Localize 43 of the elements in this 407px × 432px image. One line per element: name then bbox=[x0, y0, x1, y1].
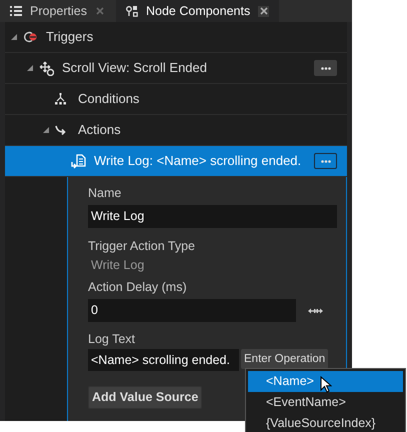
tree-item[interactable]: Scroll View: Scroll Ended bbox=[5, 53, 347, 84]
tab[interactable]: Node Components bbox=[116, 0, 280, 22]
enter-operation-button[interactable]: Enter Operation bbox=[241, 349, 328, 369]
field-value: Write Log bbox=[90, 257, 146, 274]
more-icon bbox=[320, 66, 330, 70]
expand-triangle-icon[interactable] bbox=[43, 127, 49, 133]
tree-item-label: Scroll View: Scroll Ended bbox=[62, 59, 207, 78]
field-label: Log Text bbox=[88, 331, 136, 348]
document-icon bbox=[71, 154, 86, 168]
drag-arrows-icon[interactable] bbox=[308, 308, 323, 314]
number-field[interactable]: 0 bbox=[88, 299, 296, 322]
input-field[interactable]: Write Log bbox=[88, 205, 337, 228]
field-label: Name bbox=[88, 185, 122, 202]
move-arrows-icon bbox=[39, 60, 54, 76]
mouse-cursor-icon bbox=[320, 376, 332, 393]
more-icon bbox=[320, 160, 330, 162]
tree-item[interactable]: Triggers bbox=[5, 22, 347, 53]
close-icon[interactable] bbox=[260, 7, 268, 15]
tab[interactable]: Properties bbox=[0, 0, 116, 22]
tree-item-label: Conditions bbox=[78, 90, 140, 108]
turn-arrow-icon bbox=[55, 124, 66, 136]
tree-item[interactable]: Conditions bbox=[5, 84, 347, 115]
tree-item-label: Write Log: <Name> scrolling ended. bbox=[94, 152, 302, 170]
tree-item[interactable]: Actions bbox=[5, 115, 347, 146]
expand-triangle-icon[interactable] bbox=[11, 34, 17, 40]
hierarchy-icon bbox=[55, 93, 66, 105]
menu-item[interactable]: {ValueSourceIndex} bbox=[248, 413, 403, 432]
input-field[interactable]: <Name> scrolling ended. bbox=[88, 349, 239, 371]
more-button[interactable] bbox=[314, 60, 337, 76]
more-button[interactable] bbox=[314, 153, 337, 169]
close-icon[interactable] bbox=[96, 7, 104, 15]
tree-item-label: Triggers bbox=[46, 28, 94, 46]
field-label: Trigger Action Type bbox=[88, 238, 196, 255]
menu-item[interactable]: <EventName> bbox=[248, 392, 403, 413]
field-label: Action Delay (ms) bbox=[88, 279, 188, 296]
expand-triangle-icon[interactable] bbox=[27, 65, 33, 71]
list-icon bbox=[10, 5, 22, 17]
menu-item[interactable]: <Name> bbox=[248, 371, 403, 392]
tree-item-label: Actions bbox=[78, 121, 121, 140]
add-value-source-button[interactable]: Add Value Source bbox=[88, 386, 202, 409]
trigger-icon bbox=[23, 30, 37, 44]
tree-item[interactable]: Write Log: <Name> scrolling ended. bbox=[5, 146, 347, 177]
components-icon bbox=[126, 5, 138, 17]
